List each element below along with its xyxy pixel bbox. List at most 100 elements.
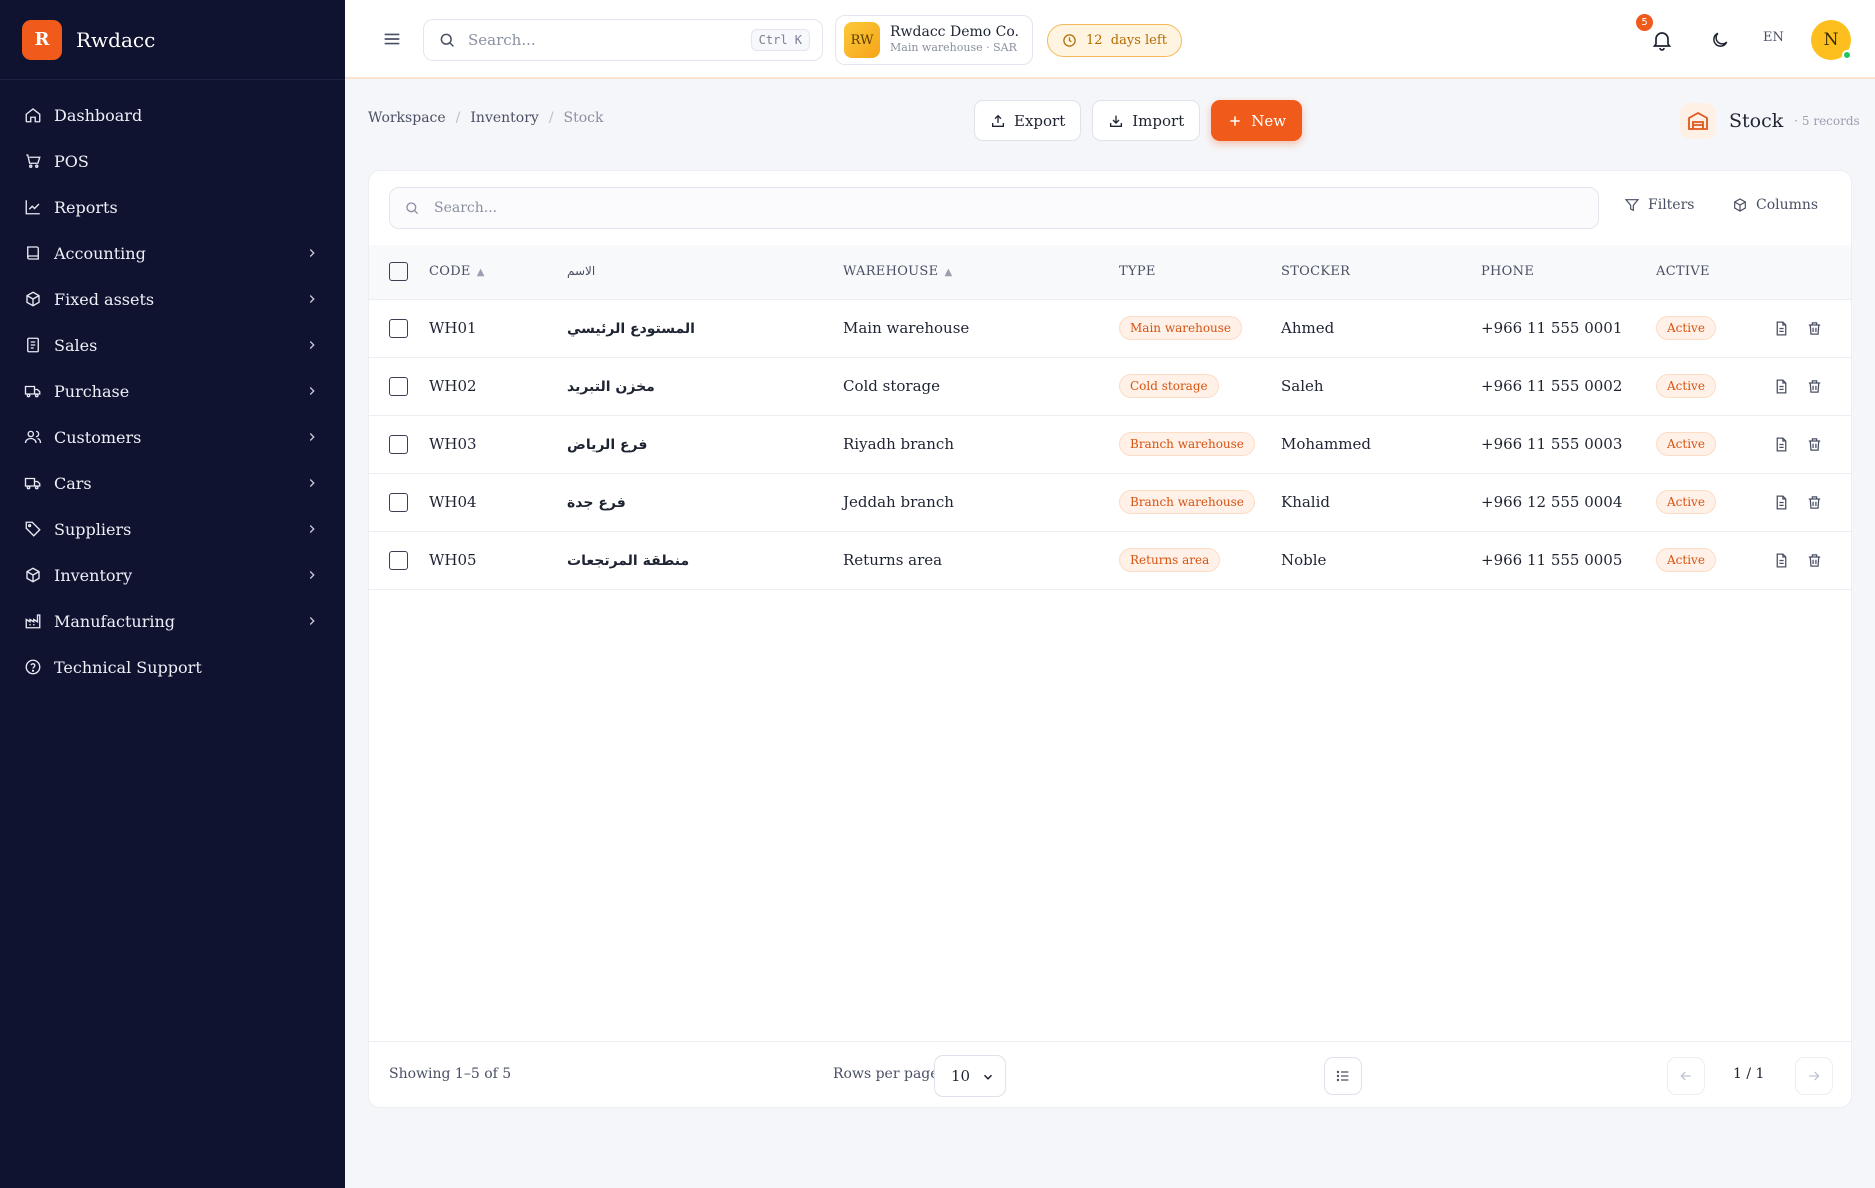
column-header-active[interactable]: ACTIVE	[1656, 245, 1773, 300]
sidebar-item-technical-support[interactable]: Technical Support	[0, 644, 345, 690]
global-search-input[interactable]	[468, 31, 738, 49]
table-search[interactable]	[389, 187, 1599, 229]
cell-phone: +966 11 555 0005	[1481, 531, 1656, 590]
menu-icon[interactable]	[381, 28, 403, 50]
rows-per-page-label: Rows per page	[833, 1066, 939, 1082]
sidebar-item-suppliers[interactable]: Suppliers	[0, 506, 345, 552]
type-badge: Returns area	[1119, 548, 1221, 572]
cell-stocker: Khalid	[1281, 473, 1481, 532]
sidebar-item-pos[interactable]: POS	[0, 138, 345, 184]
package-icon	[24, 566, 42, 584]
row-checkbox[interactable]	[389, 434, 408, 454]
status-badge: Active	[1656, 432, 1716, 456]
cell-name: فرع جدة	[567, 495, 626, 511]
sidebar-nav: Dashboard POS Reports Accounting Fixed a…	[0, 80, 345, 690]
column-header-warehouse[interactable]: WAREHOUSE ▲	[843, 245, 1119, 300]
chevron-right-icon	[309, 525, 315, 533]
new-button[interactable]: New	[1211, 100, 1303, 141]
sort-asc-icon: ▲	[944, 267, 953, 279]
table-row[interactable]: WH01 المستودع الرئيسي Main warehouse Mai…	[369, 299, 1851, 358]
row-checkbox[interactable]	[389, 376, 408, 396]
bell-icon[interactable]	[1650, 28, 1674, 52]
filters-button[interactable]: Filters	[1624, 197, 1694, 213]
cell-warehouse: Returns area	[843, 531, 1119, 590]
table-search-input[interactable]	[434, 200, 1534, 216]
brand[interactable]: R Rwdacc	[0, 0, 345, 80]
row-checkbox[interactable]	[389, 550, 408, 570]
row-checkbox[interactable]	[389, 492, 408, 512]
company-switcher[interactable]: RW Rwdacc Demo Co. Main warehouse · SAR	[835, 15, 1033, 65]
edit-document-icon[interactable]	[1773, 320, 1790, 337]
cart-icon	[24, 152, 42, 170]
export-button[interactable]: Export	[974, 100, 1082, 141]
table-row[interactable]: WH03 فرع الرياض Riyadh branch Branch war…	[369, 415, 1851, 474]
cell-code: WH05	[429, 531, 567, 590]
online-status-dot	[1842, 50, 1852, 60]
cell-phone: +966 12 555 0004	[1481, 473, 1656, 532]
chevron-right-icon	[309, 571, 315, 579]
search-shortcut: Ctrl K	[750, 29, 810, 51]
book-icon	[24, 244, 42, 262]
trial-text: 12 days left	[1086, 33, 1167, 48]
arrow-right-icon	[1809, 1071, 1820, 1081]
rows-per-page-value: 10	[951, 1067, 971, 1085]
page-header: Stock · 5 records	[1680, 103, 1860, 139]
sidebar-item-purchase[interactable]: Purchase	[0, 368, 345, 414]
import-button[interactable]: Import	[1092, 100, 1201, 141]
breadcrumb-separator: /	[455, 110, 461, 126]
sidebar-item-customers[interactable]: Customers	[0, 414, 345, 460]
sidebar-item-label: Customers	[54, 427, 142, 447]
breadcrumb-item[interactable]: Workspace	[368, 110, 446, 126]
edit-document-icon[interactable]	[1773, 436, 1790, 453]
sidebar-item-dashboard[interactable]: Dashboard	[0, 92, 345, 138]
breadcrumb-current: Stock	[563, 110, 604, 126]
data-table-card: Filters Columns CODE▲ الاسم WAREHOUSE▲ T…	[368, 170, 1852, 1108]
edit-document-icon[interactable]	[1773, 494, 1790, 511]
sidebar-item-label: Reports	[54, 197, 118, 217]
row-checkbox[interactable]	[389, 318, 408, 338]
sidebar-item-accounting[interactable]: Accounting	[0, 230, 345, 276]
table-row[interactable]: WH02 مخزن التبريد Cold storage Cold stor…	[369, 357, 1851, 416]
trash-icon[interactable]	[1806, 552, 1823, 569]
rows-per-page-select[interactable]: 10	[934, 1055, 1006, 1097]
trash-icon[interactable]	[1806, 320, 1823, 337]
cell-phone: +966 11 555 0002	[1481, 357, 1656, 416]
column-header-stocker[interactable]: STOCKER	[1281, 245, 1481, 300]
density-toggle-button[interactable]	[1324, 1057, 1362, 1095]
select-all-checkbox[interactable]	[389, 262, 408, 282]
column-header-code[interactable]: CODE ▲	[429, 245, 567, 300]
edit-document-icon[interactable]	[1773, 378, 1790, 395]
type-badge: Branch warehouse	[1119, 432, 1255, 456]
moon-icon[interactable]	[1710, 30, 1730, 50]
arrow-left-icon	[1680, 1071, 1691, 1081]
cell-phone: +966 11 555 0003	[1481, 415, 1656, 474]
trash-icon[interactable]	[1806, 378, 1823, 395]
trial-badge[interactable]: 12 days left	[1047, 24, 1182, 57]
status-badge: Active	[1656, 548, 1716, 572]
language-toggle[interactable]: EN	[1763, 30, 1784, 45]
table-row[interactable]: WH04 فرع جدة Jeddah branch Branch wareho…	[369, 473, 1851, 532]
page-indicator: 1 / 1	[1733, 1066, 1765, 1082]
trash-icon[interactable]	[1806, 494, 1823, 511]
column-header-type[interactable]: TYPE	[1119, 245, 1281, 300]
column-header-name[interactable]: الاسم	[567, 245, 843, 300]
global-search[interactable]: Ctrl K	[423, 19, 823, 61]
sidebar-item-reports[interactable]: Reports	[0, 184, 345, 230]
next-page-button[interactable]	[1795, 1057, 1833, 1095]
car-truck-icon	[24, 474, 42, 492]
tag-icon	[24, 520, 42, 538]
trash-icon[interactable]	[1806, 436, 1823, 453]
type-badge: Branch warehouse	[1119, 490, 1255, 514]
table-row[interactable]: WH05 منطقة المرتجعات Returns area Return…	[369, 531, 1851, 590]
sidebar-item-cars[interactable]: Cars	[0, 460, 345, 506]
sidebar-item-sales[interactable]: Sales	[0, 322, 345, 368]
columns-button[interactable]: Columns	[1732, 197, 1818, 213]
table-header-row: CODE ▲ الاسم WAREHOUSE ▲ TYPE STOCKER PHON…	[369, 245, 1851, 300]
sidebar-item-inventory[interactable]: Inventory	[0, 552, 345, 598]
prev-page-button[interactable]	[1667, 1057, 1705, 1095]
column-header-phone[interactable]: PHONE	[1481, 245, 1656, 300]
sidebar-item-manufacturing[interactable]: Manufacturing	[0, 598, 345, 644]
breadcrumb-item[interactable]: Inventory	[470, 110, 538, 126]
sidebar-item-fixed-assets[interactable]: Fixed assets	[0, 276, 345, 322]
edit-document-icon[interactable]	[1773, 552, 1790, 569]
